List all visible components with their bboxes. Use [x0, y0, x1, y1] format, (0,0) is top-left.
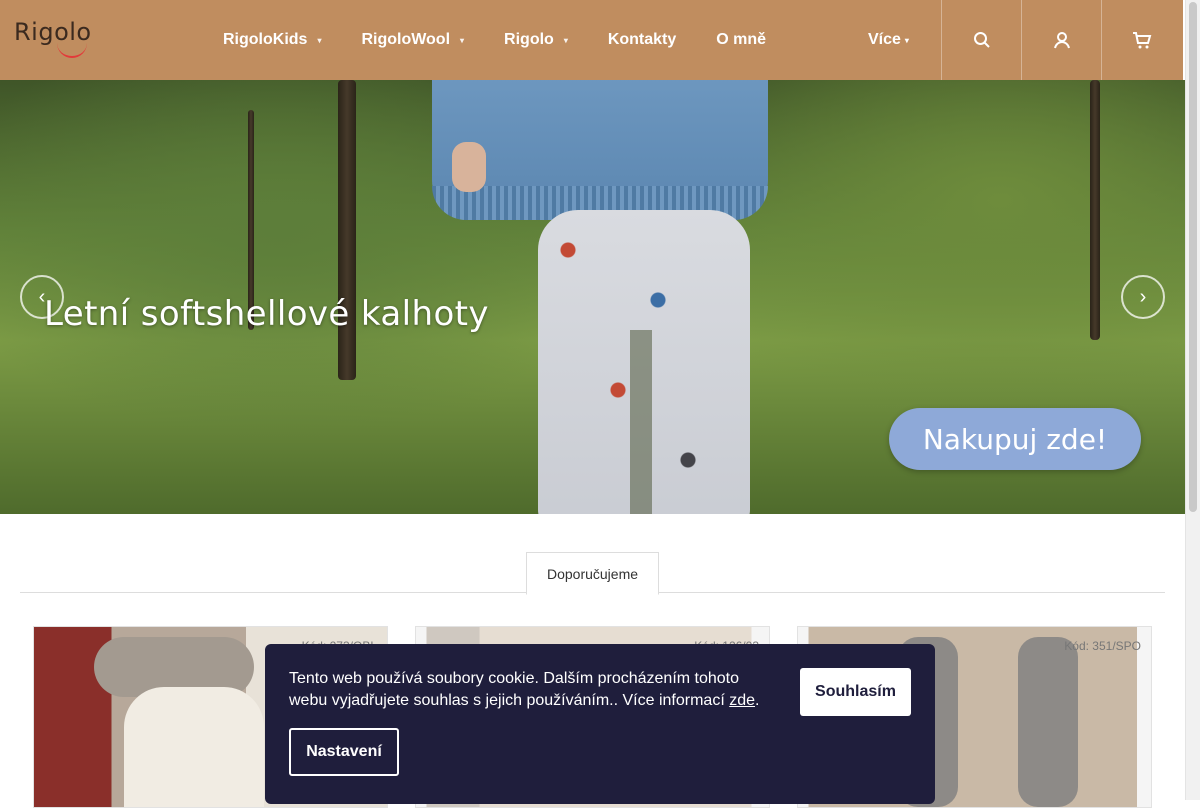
- logo[interactable]: Rigolo: [14, 18, 104, 64]
- nav-item-label: RigoloWool: [361, 31, 451, 48]
- chevron-right-icon: ›: [1139, 285, 1147, 308]
- hero-tree-trunk: [1090, 80, 1100, 340]
- hero-cta-button[interactable]: Nakupuj zde!: [889, 408, 1141, 470]
- cookie-settings-button[interactable]: Nastavení: [289, 728, 399, 776]
- chevron-down-icon: ▾: [904, 35, 909, 45]
- nav-item-label: O mně: [716, 31, 767, 48]
- chevron-down-icon: ▾: [317, 35, 322, 45]
- product-code: Kód: 351/SPO: [1064, 639, 1141, 653]
- chevron-down-icon: ▾: [563, 35, 568, 45]
- nav-more[interactable]: Více ▾: [848, 0, 929, 80]
- nav-item-label: Kontakty: [607, 31, 677, 48]
- main-nav: RigoloKids ▾ RigoloWool ▾ Rigolo ▾ Konta…: [203, 0, 786, 80]
- hero-child-hand: [452, 142, 486, 192]
- hero-slider: ‹ › Letní softshellové kalhoty Nakupuj z…: [0, 80, 1185, 514]
- search-button[interactable]: [941, 0, 1022, 80]
- cart-button[interactable]: [1101, 0, 1182, 80]
- nav-item-o-mne[interactable]: O mně: [696, 0, 786, 80]
- hero-child-pants: [538, 210, 750, 514]
- cookie-message-end: .: [755, 692, 760, 709]
- page-scrollbar[interactable]: [1185, 0, 1200, 800]
- nav-more-label: Více: [868, 31, 901, 48]
- chevron-down-icon: ▾: [460, 35, 465, 45]
- site-header: Rigolo RigoloKids ▾ RigoloWool ▾ Rigolo …: [0, 0, 1183, 80]
- cookie-accept-button[interactable]: Souhlasím: [800, 668, 911, 716]
- nav-item-kontakty[interactable]: Kontakty: [588, 0, 696, 80]
- cookie-banner: Tento web používá soubory cookie. Dalším…: [265, 644, 935, 804]
- scrollbar-thumb[interactable]: [1189, 2, 1197, 512]
- tab-doporucujeme[interactable]: Doporučujeme: [526, 552, 659, 595]
- cart-icon: [1133, 32, 1152, 49]
- account-button[interactable]: [1021, 0, 1102, 80]
- nav-item-label: RigoloKids: [223, 31, 308, 48]
- nav-item-rigolokids[interactable]: RigoloKids ▾: [203, 0, 341, 80]
- cookie-more-link[interactable]: zde: [729, 692, 755, 709]
- search-icon: [974, 32, 990, 48]
- cookie-message: Tento web používá soubory cookie. Dalším…: [289, 670, 740, 709]
- nav-item-rigolowool[interactable]: RigoloWool ▾: [341, 0, 484, 80]
- user-icon: [1054, 32, 1070, 49]
- cookie-text: Tento web používá soubory cookie. Dalším…: [289, 668, 779, 712]
- nav-item-rigolo[interactable]: Rigolo ▾: [484, 0, 588, 80]
- logo-smile-icon: [57, 42, 87, 58]
- nav-item-label: Rigolo: [504, 31, 554, 48]
- hero-tree-trunk: [338, 80, 356, 380]
- slider-next-button[interactable]: ›: [1121, 275, 1165, 319]
- hero-title: Letní softshellové kalhoty: [44, 294, 489, 334]
